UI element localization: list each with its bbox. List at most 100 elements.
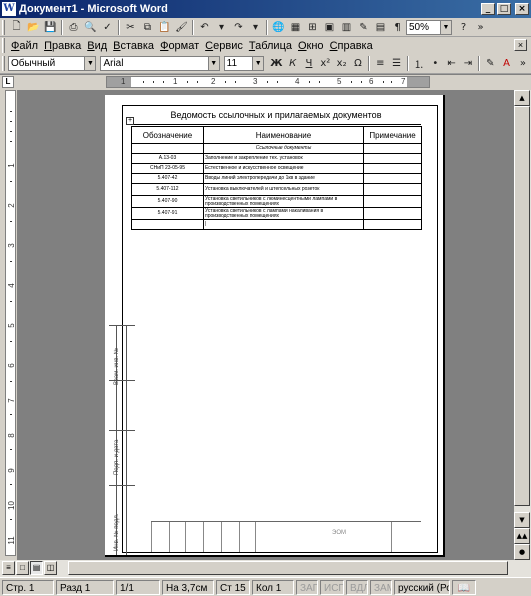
text-cursor-cell[interactable]: | <box>203 219 364 230</box>
status-track-changes[interactable]: ИСПР <box>320 579 344 595</box>
column-header-designation[interactable]: Обозначение <box>131 126 204 144</box>
decrease-indent-icon[interactable]: ⇤ <box>443 55 459 72</box>
redo-icon[interactable]: ↷ <box>230 19 247 36</box>
table-row[interactable]: 5.407-91 Установка светильников с лампам… <box>131 207 422 220</box>
underline-button[interactable]: Ч <box>301 55 317 72</box>
word-app-icon[interactable]: W <box>2 2 16 16</box>
help-icon[interactable]: ? <box>455 19 472 36</box>
column-header-note[interactable]: Примечание <box>363 126 422 144</box>
menu-insert[interactable]: Вставка <box>110 40 157 52</box>
status-line[interactable]: Ст 15 <box>216 579 250 595</box>
chevron-down-icon[interactable]: ▼ <box>84 57 96 70</box>
toolbar-grip[interactable] <box>2 56 5 71</box>
redo-dropdown-icon[interactable]: ▾ <box>247 19 264 36</box>
menu-edit[interactable]: Правка <box>41 40 84 52</box>
align-center-icon[interactable]: ☰ <box>388 55 404 72</box>
tables-borders-icon[interactable]: ▦ <box>287 19 304 36</box>
horizontal-scroll-thumb[interactable] <box>68 561 508 575</box>
scroll-thumb[interactable] <box>514 106 530 506</box>
status-page[interactable]: Стр. 1 <box>2 579 54 595</box>
menu-table[interactable]: Таблица <box>246 40 295 52</box>
status-column[interactable]: Кол 1 <box>252 579 294 595</box>
horizontal-scrollbar[interactable]: ≡ □ ▤ ◫ <box>0 560 531 577</box>
format-painter-icon[interactable]: 🖌 <box>173 19 190 36</box>
status-pages[interactable]: 1/1 <box>116 579 160 595</box>
subscript-icon[interactable]: x₂ <box>333 55 349 72</box>
menu-tools[interactable]: Сервис <box>202 40 246 52</box>
scroll-down-icon[interactable]: ▼ <box>514 512 530 528</box>
copy-icon[interactable]: ⧉ <box>139 19 156 36</box>
menu-view[interactable]: Вид <box>84 40 110 52</box>
normal-view-icon[interactable]: ≡ <box>2 561 15 575</box>
insert-table-icon[interactable]: ⊞ <box>304 19 321 36</box>
browse-object-icon[interactable]: ● <box>514 544 530 560</box>
columns-icon[interactable]: ▥ <box>338 19 355 36</box>
close-button[interactable]: × <box>515 3 529 15</box>
menu-window[interactable]: Окно <box>295 40 327 52</box>
status-position[interactable]: На 3,7см <box>162 579 214 595</box>
font-color-icon[interactable]: A <box>498 55 514 72</box>
insert-excel-icon[interactable]: ▣ <box>321 19 338 36</box>
status-language[interactable]: русский (Рос <box>394 579 450 595</box>
chevron-down-icon[interactable]: ▼ <box>252 57 264 70</box>
highlight-icon[interactable]: ✎ <box>482 55 498 72</box>
status-extend[interactable]: ВДЛ <box>346 579 368 595</box>
minimize-button[interactable]: _ <box>481 3 495 15</box>
table-row[interactable]: Ссылочные документы <box>131 143 422 154</box>
numbering-icon[interactable]: ⒈ <box>411 55 427 72</box>
font-size-dropdown[interactable]: 11 ▼ <box>223 56 265 71</box>
table-row[interactable]: 5.407-42 Вводы линий электропередачи до … <box>131 173 422 184</box>
paste-icon[interactable]: 📋 <box>156 19 173 36</box>
new-document-icon[interactable]: 🗋 <box>8 19 25 36</box>
references-table[interactable]: Обозначение Наименование Примечание Ссыл… <box>131 126 422 230</box>
drawing-icon[interactable]: ✎ <box>355 19 372 36</box>
open-folder-icon[interactable]: 📂 <box>25 19 42 36</box>
close-document-button[interactable]: × <box>514 39 527 51</box>
chevron-down-icon[interactable]: ▼ <box>207 57 219 70</box>
menu-format[interactable]: Формат <box>157 40 202 52</box>
table-row[interactable]: А.13-03 Заполнение и закрепление тех. ус… <box>131 153 422 164</box>
document-workspace[interactable]: Взам. инв. № Подп. и дата Инв. № подл. В… <box>17 90 514 560</box>
toolbar-options-icon[interactable]: » <box>472 19 489 36</box>
vertical-ruler[interactable]: 1 2 3 4 5 6 7 8 9 10 11 <box>5 90 16 556</box>
vertical-scrollbar[interactable]: ▲ ▼ ▲▲ ● <box>514 90 531 560</box>
spelling-status-icon[interactable]: 📖 <box>452 579 476 595</box>
table-row[interactable]: СНиП 23-05-95 Естественное и искусственн… <box>131 163 422 174</box>
previous-page-icon[interactable]: ▲▲ <box>514 528 530 544</box>
italic-button[interactable]: К <box>284 55 300 72</box>
horizontal-ruler[interactable]: 1 2 3 4 5 6 7 1 <box>106 76 430 88</box>
status-overtype[interactable]: ЗАМ <box>370 579 392 595</box>
table-row[interactable]: 5.407-112 Установка выключателей и штепс… <box>131 183 422 196</box>
scroll-up-icon[interactable]: ▲ <box>514 90 530 106</box>
undo-icon[interactable]: ↶ <box>196 19 213 36</box>
title-bar[interactable]: W Документ1 - Microsoft Word _ □ × <box>0 0 531 18</box>
table-row[interactable]: 5.407-90 Установка светильников с люмине… <box>131 195 422 208</box>
status-record-macro[interactable]: ЗАП <box>296 579 318 595</box>
save-icon[interactable]: 💾 <box>42 19 59 36</box>
style-dropdown[interactable]: Обычный ▼ <box>7 56 97 71</box>
chevron-down-icon[interactable]: ▼ <box>440 20 451 34</box>
maximize-button[interactable]: □ <box>497 3 511 15</box>
cut-icon[interactable]: ✂ <box>122 19 139 36</box>
bullets-icon[interactable]: • <box>427 55 443 72</box>
print-layout-view-icon[interactable]: ▤ <box>30 561 43 575</box>
print-preview-icon[interactable]: 🔍 <box>82 19 99 36</box>
bold-button[interactable]: Ж <box>268 55 284 72</box>
superscript-icon[interactable]: x² <box>317 55 333 72</box>
outline-view-icon[interactable]: ◫ <box>44 561 57 575</box>
symbol-icon[interactable]: Ω <box>350 55 366 72</box>
toolbar-options-icon[interactable]: » <box>515 55 531 72</box>
column-header-name[interactable]: Наименование <box>203 126 364 144</box>
table-row[interactable]: | <box>131 219 422 230</box>
document-page[interactable]: Взам. инв. № Подп. и дата Инв. № подл. В… <box>105 95 445 557</box>
menu-help[interactable]: Справка <box>327 40 376 52</box>
tab-selector[interactable]: L <box>2 76 14 88</box>
status-section[interactable]: Разд 1 <box>56 579 114 595</box>
toolbar-grip[interactable] <box>2 19 5 35</box>
show-hide-icon[interactable]: ¶ <box>389 19 406 36</box>
table-move-handle-icon[interactable]: + <box>126 117 134 125</box>
font-dropdown[interactable]: Arial ▼ <box>100 56 220 71</box>
print-icon[interactable]: ⎙ <box>65 19 82 36</box>
undo-dropdown-icon[interactable]: ▾ <box>213 19 230 36</box>
hyperlink-icon[interactable]: 🌐 <box>270 19 287 36</box>
